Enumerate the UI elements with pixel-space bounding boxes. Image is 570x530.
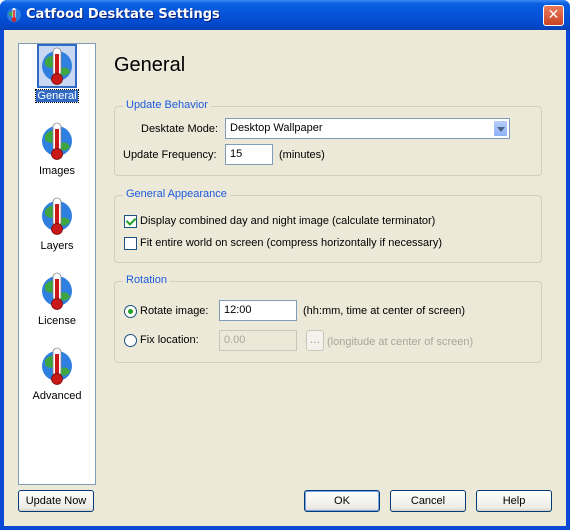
fix-location-input[interactable]: 0.00 (219, 330, 297, 351)
window-title: Catfood Desktate Settings (26, 7, 220, 22)
desktate-mode-label: Desktate Mode: (141, 123, 219, 135)
chevron-down-icon[interactable] (493, 120, 508, 137)
nav-item-layers[interactable]: Layers (19, 196, 95, 266)
fix-location-radio[interactable] (124, 334, 137, 347)
combined-image-label[interactable]: Display combined day and night image (ca… (140, 215, 435, 227)
page-title: General (114, 54, 186, 76)
desktate-mode-select[interactable]: Desktop Wallpaper (225, 118, 510, 139)
rotate-image-radio[interactable] (124, 305, 137, 318)
close-button[interactable]: ✕ (543, 5, 564, 26)
rotate-image-label[interactable]: Rotate image: (140, 305, 208, 317)
nav-item-advanced[interactable]: Advanced (19, 346, 95, 416)
rotate-time-input[interactable]: 12:00 (219, 300, 297, 321)
cancel-button[interactable]: Cancel (390, 490, 466, 512)
update-frequency-label: Update Frequency: (123, 149, 217, 161)
app-icon (7, 8, 21, 22)
globe-thermometer-icon (37, 44, 77, 88)
frequency-unit: (minutes) (279, 149, 325, 161)
nav-label-license: License (38, 315, 76, 327)
category-list[interactable]: General Images Layers License Advanced (18, 43, 96, 485)
nav-label-general: General (35, 89, 79, 103)
update-frequency-input[interactable]: 15 (225, 144, 273, 165)
group-title: Update Behavior (123, 99, 211, 111)
fix-location-label[interactable]: Fix location: (140, 334, 199, 346)
nav-label-advanced: Advanced (32, 390, 82, 402)
help-button[interactable]: Help (476, 490, 552, 512)
group-title: Rotation (123, 274, 170, 286)
update-now-button[interactable]: Update Now (18, 490, 94, 512)
dialog-body: General Images Layers License Advanced G… (4, 30, 566, 526)
fix-hint: (longitude at center of screen) (327, 336, 474, 348)
fit-world-checkbox[interactable] (124, 237, 137, 250)
globe-thermometer-icon (42, 197, 72, 235)
browse-location-button[interactable]: ... (306, 330, 324, 351)
fit-world-label[interactable]: Fit entire world on screen (compress hor… (140, 237, 442, 249)
rotation-group: Rotation Rotate image: 12:00 (hh:mm, tim… (114, 274, 542, 363)
settings-window: Catfood Desktate Settings ✕ General Imag… (0, 0, 570, 530)
nav-item-license[interactable]: License (19, 271, 95, 341)
update-behavior-group: Update Behavior Desktate Mode: Desktop W… (114, 99, 542, 176)
desktate-mode-value: Desktop Wallpaper (230, 122, 323, 134)
nav-label-layers: Layers (40, 240, 74, 252)
combined-image-checkbox[interactable] (124, 215, 137, 228)
nav-label-images: Images (38, 165, 76, 177)
nav-item-images[interactable]: Images (19, 121, 95, 191)
close-icon: ✕ (547, 7, 560, 23)
ok-button[interactable]: OK (304, 490, 380, 512)
nav-item-general[interactable]: General (19, 44, 95, 116)
globe-thermometer-icon (42, 272, 72, 310)
group-title: General Appearance (123, 188, 230, 200)
title-bar[interactable]: Catfood Desktate Settings ✕ (0, 0, 570, 30)
globe-thermometer-icon (42, 122, 72, 160)
globe-thermometer-icon (42, 347, 72, 385)
general-appearance-group: General Appearance Display combined day … (114, 188, 542, 263)
rotate-hint: (hh:mm, time at center of screen) (303, 305, 465, 317)
